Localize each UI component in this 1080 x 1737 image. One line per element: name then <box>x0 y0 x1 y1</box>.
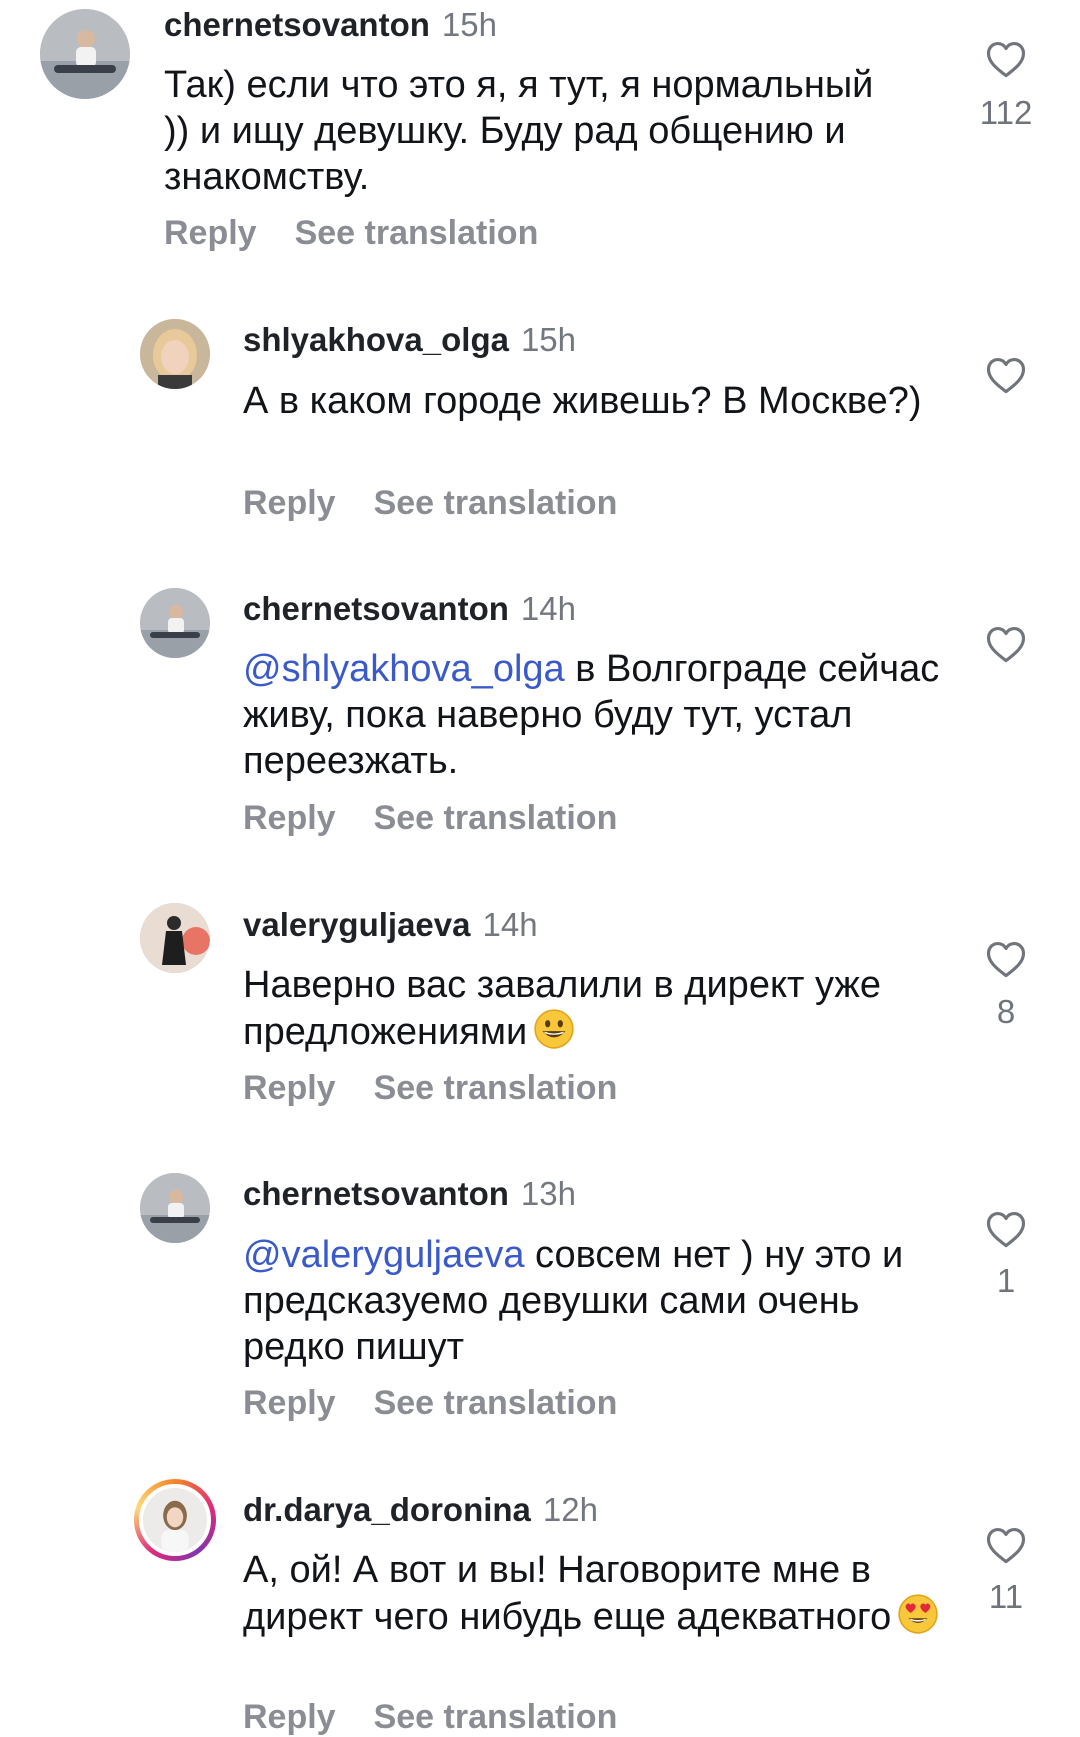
avatar-photo-icon <box>140 903 210 973</box>
grinning-face-emoji-icon <box>533 1008 575 1050</box>
comment-text: Наверно вас завалили в директ уже предло… <box>243 964 881 1053</box>
comment-username[interactable]: valeryguljaeva <box>243 906 471 943</box>
comment-time: 14h <box>482 906 538 943</box>
comment-time: 15h <box>441 6 497 43</box>
like-heart-icon[interactable] <box>985 624 1027 664</box>
avatar[interactable] <box>40 9 130 99</box>
comment-text: А, ой! А вот и вы! Наговорите мне в дире… <box>243 1547 963 1640</box>
see-translation-button[interactable]: See translation <box>374 799 618 837</box>
avatar[interactable] <box>140 903 210 973</box>
mention-link[interactable]: @valeryguljaeva <box>243 1234 525 1276</box>
see-translation-button[interactable]: See translation <box>374 1698 618 1736</box>
see-translation-button[interactable]: See translation <box>295 214 539 252</box>
heart-eyes-emoji-icon <box>897 1593 939 1635</box>
avatar[interactable] <box>140 319 210 389</box>
like-count: 112 <box>979 94 1033 131</box>
reply-button[interactable]: Reply <box>243 1069 336 1107</box>
comment-time: 12h <box>542 1491 598 1528</box>
see-translation-button[interactable]: See translation <box>374 1384 618 1422</box>
comment-username[interactable]: chernetsovanton <box>243 1175 509 1212</box>
avatar[interactable] <box>140 1173 210 1243</box>
avatar-photo-icon <box>40 9 130 99</box>
avatar-photo-icon <box>140 1173 210 1243</box>
comment-text: @shlyakhova_olga в Волгограде сейчас жив… <box>243 648 940 782</box>
avatar-photo-icon <box>140 319 210 389</box>
like-heart-icon[interactable] <box>985 39 1027 79</box>
reply-button[interactable]: Reply <box>243 1384 336 1422</box>
like-count: 11 <box>988 1578 1024 1615</box>
reply-button[interactable]: Reply <box>243 799 336 837</box>
comment-time: 15h <box>520 321 577 358</box>
mention-link[interactable]: @shlyakhova_olga <box>243 648 565 690</box>
reply-button[interactable]: Reply <box>243 1698 336 1736</box>
comment-text: Так) если что это я, я тут, я нормальный… <box>164 64 874 198</box>
like-count: 1 <box>996 1262 1016 1299</box>
like-heart-icon[interactable] <box>985 1525 1027 1565</box>
comment-text: @valeryguljaeva совсем нет ) ну это и пр… <box>243 1234 904 1368</box>
like-heart-icon[interactable] <box>985 939 1027 979</box>
reply-button[interactable]: Reply <box>243 484 336 522</box>
avatar-story-ring[interactable] <box>134 1479 216 1561</box>
like-count: 8 <box>996 993 1016 1030</box>
see-translation-button[interactable]: See translation <box>374 1069 618 1107</box>
comment-time: 14h <box>520 590 576 627</box>
comment-time: 13h <box>520 1175 576 1212</box>
avatar-photo-icon <box>143 1488 207 1552</box>
comment-username[interactable]: chernetsovanton <box>164 6 430 43</box>
comment-username[interactable]: dr.darya_doronina <box>243 1491 531 1528</box>
comment-text: А в каком городе живешь? В Москве?) <box>243 380 922 422</box>
reply-button[interactable]: Reply <box>164 214 257 252</box>
like-heart-icon[interactable] <box>985 355 1027 395</box>
comment-username[interactable]: chernetsovanton <box>243 590 509 627</box>
avatar-photo-icon <box>140 588 210 658</box>
avatar[interactable] <box>140 588 210 658</box>
like-heart-icon[interactable] <box>985 1209 1027 1249</box>
comment-username[interactable]: shlyakhova_olga <box>243 321 509 358</box>
see-translation-button[interactable]: See translation <box>374 484 618 522</box>
